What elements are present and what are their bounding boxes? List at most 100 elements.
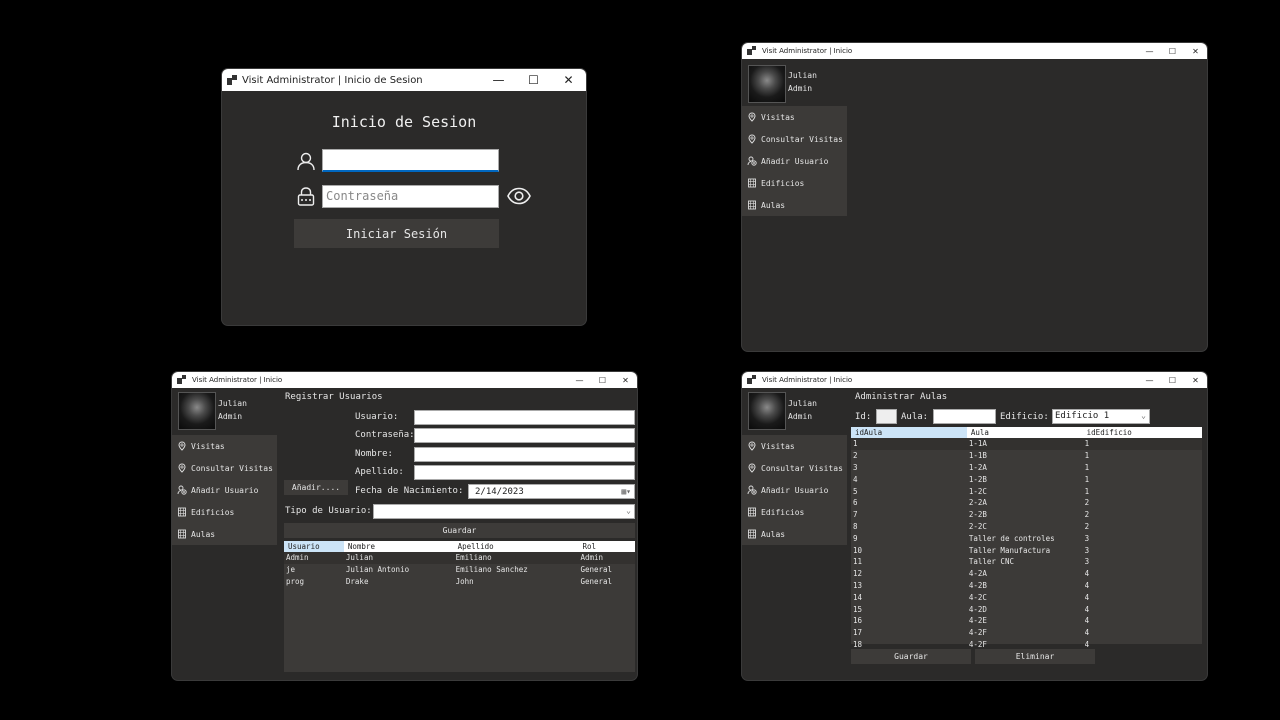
table-row[interactable]: 6 2-2A 2 [851,497,1202,509]
table-row[interactable]: 12 4-2A 4 [851,568,1202,580]
aula-input[interactable] [933,409,996,424]
sidebar-item-aulas[interactable]: Aulas [742,194,847,216]
fecha-value: 2/14/2023 [475,487,524,497]
sidebar-item-anadir-usuario[interactable]: Añadir Usuario [742,150,847,172]
column-header[interactable]: Usuario [284,541,344,552]
building-icon [747,178,757,188]
edificio-select[interactable]: Edificio 1 ⌄ [1052,409,1150,424]
tipo-label: Tipo de Usuario: [285,506,372,516]
nombre-input[interactable] [414,447,635,462]
building-icon [177,507,187,517]
table-cell: 4-2B [968,580,987,590]
login-submit-button[interactable]: Iniciar Sesión [294,219,499,248]
table-cell: 2-2C [968,521,987,531]
avatar [178,392,216,430]
table-cell: General [580,565,613,575]
close-button[interactable]: ✕ [551,69,586,91]
column-header[interactable]: idEdificio [1082,427,1202,438]
close-button[interactable]: ✕ [1184,372,1207,388]
table-row[interactable]: 1 1-1A 1 [851,438,1202,450]
table-row[interactable]: 14 4-2C 4 [851,591,1202,603]
column-header[interactable]: Aula [966,427,1083,438]
sidebar-item-edificios[interactable]: Edificios [172,501,277,523]
tipo-select[interactable]: ⌄ [373,504,635,519]
table-row[interactable]: 15 4-2D 4 [851,603,1202,615]
table-row[interactable]: 9 Taller de controles 3 [851,532,1202,544]
save-button[interactable]: Guardar [851,649,971,664]
password-input[interactable] [414,428,635,443]
login-heading: Inicio de Sesion [331,113,477,131]
table-row[interactable]: Admin Julian Emiliano Admin [284,552,635,564]
table-row[interactable]: 16 4-2E 4 [851,615,1202,627]
sidebar-item-visitas[interactable]: Visitas [172,435,277,457]
save-button[interactable]: Guardar [284,523,635,538]
building-icon [177,529,187,539]
table-row[interactable]: 11 Taller CNC 3 [851,556,1202,568]
close-button[interactable]: ✕ [614,372,637,388]
table-cell: Emiliano Sanchez [455,565,528,575]
sidebar-item-label: Aulas [191,529,216,539]
maximize-button[interactable]: ☐ [1161,372,1184,388]
main-window-title: Visit Administrator | Inicio [762,47,853,55]
close-button[interactable]: ✕ [1184,43,1207,59]
sidebar-item-anadir-usuario[interactable]: Añadir Usuario [172,479,277,501]
table-row[interactable]: 4 1-2B 1 [851,473,1202,485]
column-header[interactable]: Rol [578,541,635,552]
column-header[interactable]: idAula [851,427,967,438]
username-input[interactable] [322,149,499,172]
sidebar-item-consultar-visitas[interactable]: Consultar Visitas [742,457,847,479]
table-row[interactable]: 2 1-1B 1 [851,450,1202,462]
sidebar-item-visitas[interactable]: Visitas [742,106,847,128]
table-cell: 4 [1084,639,1090,649]
table-cell: 3 [1084,545,1090,555]
delete-button[interactable]: Eliminar [975,649,1095,664]
apellido-input[interactable] [414,465,635,480]
minimize-button[interactable]: — [481,69,516,91]
maximize-button[interactable]: ☐ [1161,43,1184,59]
table-row[interactable]: prog Drake John General [284,576,635,588]
sidebar-item-visitas[interactable]: Visitas [742,435,847,457]
register-titlebar: Visit Administrator | Inicio — ☐ ✕ [172,372,637,388]
minimize-button[interactable]: — [568,372,591,388]
calendar-icon[interactable]: ▦▾ [621,487,631,496]
add-user-icon [177,485,187,495]
table-row[interactable]: 8 2-2C 2 [851,521,1202,533]
table-row[interactable]: 10 Taller Manufactura 3 [851,544,1202,556]
sidebar-item-consultar-visitas[interactable]: Consultar Visitas [742,128,847,150]
minimize-button[interactable]: — [1138,372,1161,388]
table-row[interactable]: 13 4-2B 4 [851,580,1202,592]
sidebar-item-aulas[interactable]: Aulas [742,523,847,545]
table-row[interactable]: 7 2-2B 2 [851,509,1202,521]
table-cell: 1-2C [968,486,987,496]
app-icon [227,75,237,85]
table-cell: 1 [1084,451,1090,461]
table-row[interactable]: 5 1-2C 1 [851,485,1202,497]
maximize-button[interactable]: ☐ [591,372,614,388]
sidebar-item-aulas[interactable]: Aulas [172,523,277,545]
fecha-picker[interactable]: 2/14/2023 ▦▾ [468,484,635,499]
id-input[interactable] [876,409,897,424]
table-row[interactable]: je Julian Antonio Emiliano Sanchez Gener… [284,564,635,576]
sidebar-item-edificios[interactable]: Edificios [742,501,847,523]
aulas-window: Visit Administrator | Inicio — ☐ ✕ Julia… [742,372,1207,680]
sidebar-item-label: Edificios [761,507,805,517]
table-row[interactable]: 3 1-2A 1 [851,462,1202,474]
column-header[interactable]: Nombre [343,541,454,552]
sidebar-item-edificios[interactable]: Edificios [742,172,847,194]
minimize-button[interactable]: — [1138,43,1161,59]
table-cell: 12 [853,569,863,579]
table-cell: je [286,565,296,575]
sidebar-item-consultar-visitas[interactable]: Consultar Visitas [172,457,277,479]
table-row[interactable]: 17 4-2F 4 [851,627,1202,639]
maximize-button[interactable]: ☐ [516,69,551,91]
table-cell: 11 [853,557,863,567]
add-photo-button[interactable]: Añadir.... [284,480,348,495]
usuario-input[interactable] [414,410,635,425]
sidebar-item-anadir-usuario[interactable]: Añadir Usuario [742,479,847,501]
column-header[interactable]: Apellido [453,541,579,552]
location-pin-icon [747,112,757,122]
eye-icon[interactable] [507,187,531,209]
login-titlebar: Visit Administrator | Inicio de Sesion —… [222,69,586,91]
app-icon [747,375,757,385]
password-input[interactable]: Contraseña [322,185,499,208]
